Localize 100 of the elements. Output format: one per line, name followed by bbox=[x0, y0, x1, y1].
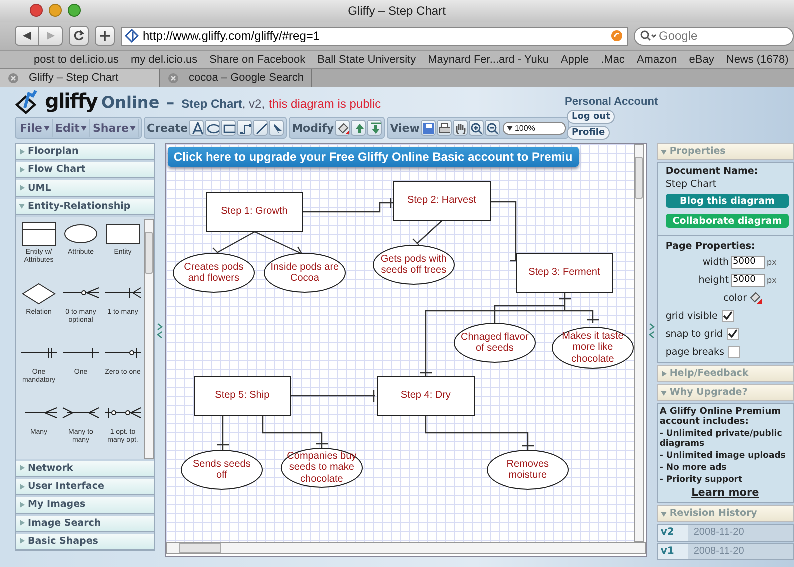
reload-button[interactable] bbox=[69, 26, 89, 46]
back-button[interactable] bbox=[15, 26, 39, 46]
bookmark-link[interactable]: my del.icio.us bbox=[131, 54, 198, 66]
menu-button[interactable]: File bbox=[18, 119, 53, 137]
horizontal-scrollbar[interactable] bbox=[166, 542, 646, 554]
category-label: User Interface bbox=[28, 481, 104, 492]
line-tool-icon bbox=[254, 122, 267, 134]
category-label: UML bbox=[28, 182, 52, 194]
zoom-in-icon bbox=[470, 122, 482, 134]
zoom-field[interactable]: 100% bbox=[502, 122, 566, 134]
account-link-button[interactable]: Log out bbox=[567, 110, 616, 124]
collapse-handle-icon[interactable] bbox=[157, 323, 163, 339]
collapsed-triangle-icon bbox=[19, 465, 25, 472]
version-cell[interactable]: v2 bbox=[658, 525, 688, 540]
tool-button[interactable] bbox=[436, 120, 452, 136]
add-bookmark-button[interactable] bbox=[95, 26, 115, 46]
collapsed-triangle-icon bbox=[19, 484, 25, 490]
panel-title: Help/Feedback bbox=[670, 368, 749, 379]
bookmark-link[interactable]: Amazon bbox=[636, 54, 678, 66]
action-button[interactable]: Blog this diagram bbox=[666, 194, 789, 208]
library-category-header[interactable]: Flow Chart bbox=[16, 162, 154, 178]
tool-button[interactable] bbox=[205, 120, 220, 136]
search-icon bbox=[640, 30, 656, 42]
tool-button[interactable] bbox=[253, 120, 268, 136]
tool-button[interactable] bbox=[335, 120, 350, 136]
bookmark-link[interactable]: post to del.icio.us bbox=[34, 54, 119, 66]
tool-button[interactable] bbox=[484, 120, 500, 136]
vertical-scrollbar[interactable] bbox=[634, 144, 644, 542]
tool-button[interactable] bbox=[367, 120, 382, 136]
rectangle-tool-icon bbox=[222, 122, 235, 134]
expanded-triangle-icon bbox=[19, 203, 25, 210]
account-link-button[interactable]: Profile bbox=[567, 126, 610, 140]
tool-button[interactable] bbox=[221, 120, 236, 136]
collapsed-triangle-icon bbox=[660, 370, 667, 376]
version-label: , v2, bbox=[242, 97, 266, 111]
collapsed-triangle-icon bbox=[19, 520, 25, 526]
bookmark-link[interactable]: Ball State University bbox=[318, 54, 416, 66]
width-field[interactable]: 5000 bbox=[731, 256, 765, 268]
browser-tab[interactable]: Gliffy – Step Chart bbox=[0, 69, 160, 87]
upgrade-heading: A Gliffy Online Premium account includes: bbox=[660, 407, 782, 427]
bookmark-link[interactable]: .Mac bbox=[601, 54, 625, 66]
checkbox[interactable] bbox=[728, 346, 740, 358]
toolbar-group-label: Modify bbox=[292, 122, 334, 134]
close-icon[interactable] bbox=[168, 72, 179, 84]
library-category-header[interactable]: Basic Shapes bbox=[16, 534, 154, 550]
feature-item: - No more ads bbox=[660, 463, 728, 473]
bookmark-link[interactable]: News (1678) bbox=[726, 54, 789, 66]
close-icon[interactable] bbox=[8, 72, 19, 84]
library-category-header[interactable]: UML bbox=[16, 180, 154, 197]
tool-button[interactable] bbox=[237, 120, 252, 136]
bookmark-link[interactable]: Maynard Fer...ard - Yuku bbox=[428, 54, 549, 66]
panel-title: Properties bbox=[670, 146, 726, 157]
library-category-header[interactable]: Floorplan bbox=[16, 144, 154, 160]
ellipse-tool-icon bbox=[206, 122, 219, 134]
connector-line bbox=[262, 415, 329, 449]
product-name: Online bbox=[101, 93, 160, 112]
search-field[interactable]: Google bbox=[634, 26, 794, 46]
caret-icon bbox=[80, 126, 87, 130]
height-field[interactable]: 5000 bbox=[731, 274, 765, 286]
upgrade-banner[interactable]: Click here to upgrade your Free Gliffy Online Basic account to Premiu bbox=[168, 147, 579, 167]
connector-line bbox=[212, 231, 256, 255]
tool-button[interactable] bbox=[468, 120, 484, 136]
library-category-header[interactable]: Entity-Relationship bbox=[16, 198, 154, 215]
library-category-header[interactable]: Image Search bbox=[16, 516, 154, 532]
color-picker-button[interactable] bbox=[749, 290, 765, 306]
checkbox[interactable] bbox=[726, 328, 739, 340]
window-close-icon[interactable] bbox=[30, 4, 43, 17]
field-label: Document Name: bbox=[666, 166, 760, 177]
vertical-scrollbar[interactable] bbox=[144, 218, 154, 459]
version-cell[interactable]: v1 bbox=[658, 544, 688, 559]
bookmark-link[interactable]: eBay bbox=[689, 54, 714, 66]
tool-button[interactable] bbox=[351, 120, 366, 136]
tool-button[interactable] bbox=[452, 120, 468, 136]
field-label: width bbox=[702, 256, 729, 268]
site-icon bbox=[125, 28, 139, 42]
caret-icon bbox=[130, 126, 136, 130]
menu-button[interactable]: Edit bbox=[54, 119, 90, 137]
document-name: Step Chart bbox=[666, 179, 718, 190]
paint-bucket-icon bbox=[336, 122, 349, 134]
menu-button[interactable]: Share bbox=[90, 119, 139, 137]
tool-button[interactable] bbox=[189, 120, 204, 136]
window-minimize-icon[interactable] bbox=[49, 4, 62, 17]
bookmark-link[interactable]: Share on Facebook bbox=[210, 54, 306, 66]
library-category-header[interactable]: My Images bbox=[16, 497, 154, 514]
window-zoom-icon[interactable] bbox=[68, 4, 81, 17]
collapse-handle-icon[interactable] bbox=[648, 323, 655, 339]
reload-icon bbox=[73, 30, 85, 42]
title-separator: – bbox=[166, 93, 175, 112]
address-field[interactable]: http://www.gliffy.com/gliffy/#reg=1 bbox=[121, 26, 628, 46]
send-backward-icon bbox=[368, 122, 381, 134]
tab-label: cocoa – Google Search bbox=[189, 72, 304, 84]
library-category-header[interactable]: User Interface bbox=[16, 479, 154, 496]
learn-more-link[interactable]: Learn more bbox=[692, 487, 760, 499]
library-category-header[interactable]: Network bbox=[16, 460, 154, 478]
diagram-canvas[interactable] bbox=[166, 144, 634, 542]
collapsed-triangle-icon bbox=[19, 148, 25, 155]
bookmark-link[interactable]: Apple bbox=[560, 54, 590, 66]
tool-button[interactable] bbox=[269, 120, 284, 136]
tool-button[interactable] bbox=[420, 120, 436, 136]
checkbox[interactable] bbox=[722, 310, 734, 322]
